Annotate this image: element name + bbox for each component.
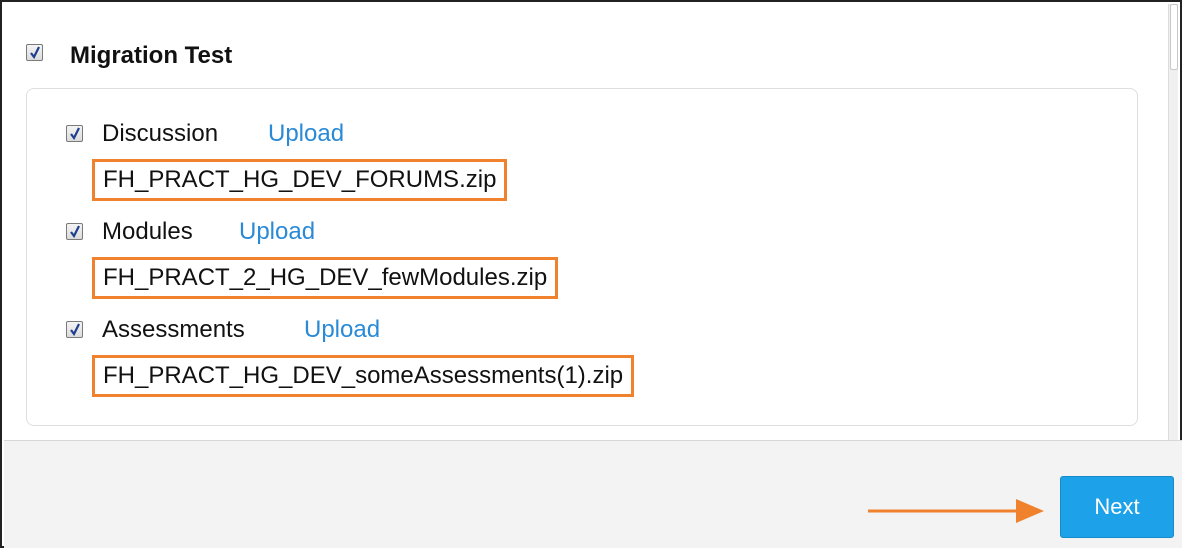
item-label-modules: Modules: [102, 218, 193, 245]
discussion-checkbox[interactable]: [66, 125, 83, 142]
modules-checkbox[interactable]: [66, 223, 83, 240]
migration-test-checkbox[interactable]: [26, 44, 43, 61]
vertical-scrollbar[interactable]: [1168, 4, 1178, 440]
item-label-discussion: Discussion: [102, 120, 219, 147]
checkmark-icon: [70, 323, 80, 336]
scrollbar-thumb[interactable]: [1170, 4, 1178, 70]
checkmark-icon: [70, 225, 80, 238]
annotation-arrow-icon: [868, 499, 1044, 523]
item-label-assessments: Assessments: [102, 316, 245, 343]
content-scroll-area: Migration Test Discussion Upload FH_PRAC…: [4, 4, 1172, 440]
checkmark-icon: [30, 46, 40, 59]
file-name-assessments: FH_PRACT_HG_DEV_someAssessments(1).zip: [92, 355, 635, 397]
dialog-frame: Migration Test Discussion Upload FH_PRAC…: [0, 0, 1182, 548]
dialog-footer: [4, 440, 1182, 548]
upload-link-modules[interactable]: Upload: [239, 218, 315, 246]
upload-link-discussion[interactable]: Upload: [268, 120, 344, 148]
file-name-modules: FH_PRACT_2_HG_DEV_fewModules.zip: [92, 257, 559, 299]
upload-link-assessments[interactable]: Upload: [304, 316, 380, 344]
next-button[interactable]: Next: [1060, 476, 1174, 538]
checkmark-icon: [70, 127, 80, 140]
file-name-discussion: FH_PRACT_HG_DEV_FORUMS.zip: [92, 159, 508, 201]
section-title: Migration Test: [70, 42, 233, 69]
assessments-checkbox[interactable]: [66, 321, 83, 338]
